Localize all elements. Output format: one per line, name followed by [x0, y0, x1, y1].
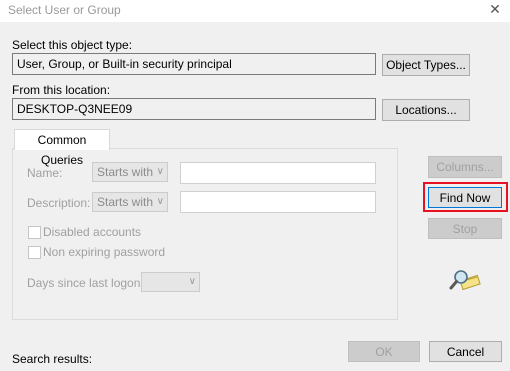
disabled-accounts-checkbox[interactable]	[28, 226, 41, 239]
days-since-logon-label: Days since last logon:	[27, 276, 144, 290]
window-title: Select User or Group	[8, 3, 121, 17]
days-since-logon-select[interactable]: ∨	[141, 272, 200, 292]
find-now-button[interactable]: Find Now	[428, 187, 502, 208]
locations-button[interactable]: Locations...	[382, 99, 470, 121]
tab-common-queries[interactable]: Common Queries	[14, 129, 110, 167]
chevron-down-icon: ∨	[188, 276, 196, 287]
stop-button[interactable]: Stop	[428, 218, 502, 239]
object-type-field: User, Group, or Built-in security princi…	[12, 53, 376, 75]
ok-button[interactable]: OK	[348, 341, 420, 362]
location-label: From this location:	[12, 83, 111, 97]
chevron-down-icon: ∨	[156, 166, 164, 177]
non-expiring-password-label: Non expiring password	[43, 245, 166, 259]
object-types-button[interactable]: Object Types...	[382, 54, 470, 76]
object-type-value: User, Group, or Built-in security princi…	[17, 57, 232, 71]
columns-button[interactable]: Columns...	[428, 156, 502, 178]
disabled-accounts-label: Disabled accounts	[43, 225, 142, 239]
name-mode-value: Starts with	[97, 165, 154, 179]
chevron-down-icon: ∨	[156, 196, 164, 207]
close-icon[interactable]: ✕	[486, 0, 504, 18]
non-expiring-password-checkbox[interactable]	[28, 246, 41, 259]
description-mode-value: Starts with	[97, 195, 154, 209]
search-users-icon	[449, 268, 483, 292]
name-label: Name:	[27, 166, 63, 180]
description-mode-select[interactable]: Starts with ∨	[92, 192, 168, 212]
name-mode-select[interactable]: Starts with ∨	[92, 162, 168, 182]
location-value: DESKTOP-Q3NEE09	[17, 102, 133, 116]
description-input[interactable]	[180, 191, 376, 213]
search-results-label: Search results:	[12, 352, 93, 366]
location-field: DESKTOP-Q3NEE09	[12, 98, 376, 120]
object-type-label: Select this object type:	[12, 38, 133, 52]
description-label: Description:	[27, 196, 91, 210]
cancel-button[interactable]: Cancel	[429, 341, 502, 362]
name-input[interactable]	[180, 162, 376, 184]
